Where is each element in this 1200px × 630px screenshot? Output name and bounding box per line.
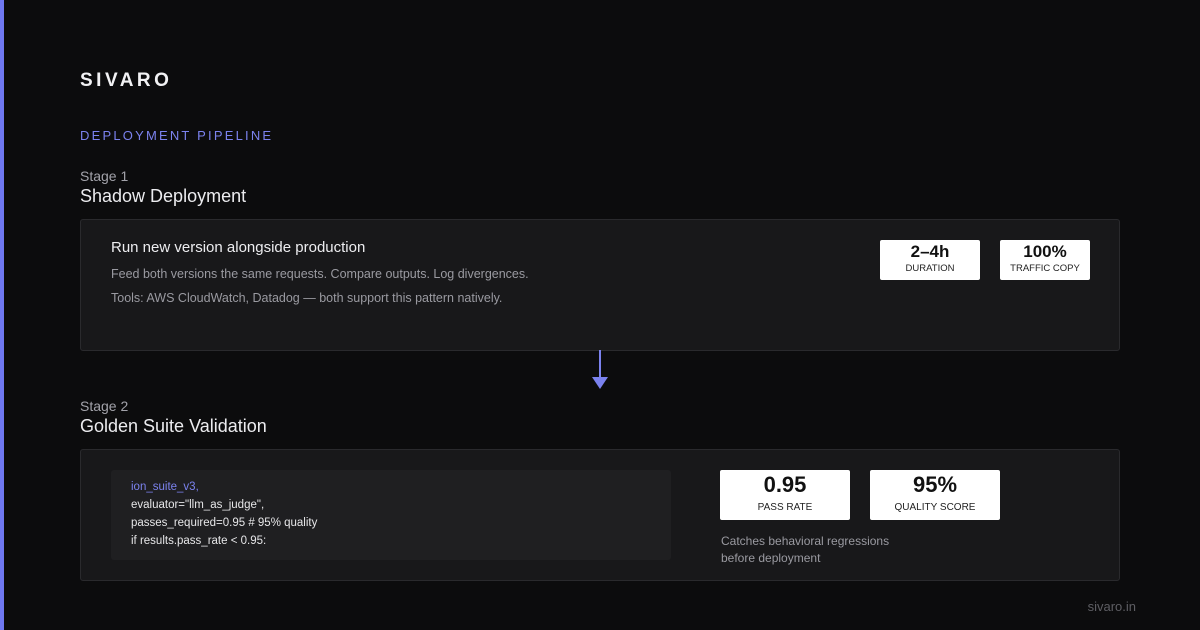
stage1-description: Feed both versions the same requests. Co… bbox=[111, 267, 529, 281]
quality-score-value: 95% bbox=[912, 472, 958, 497]
code-snippet: ion_suite_v3, evaluator="llm_as_judge", … bbox=[111, 470, 671, 560]
section-label: DEPLOYMENT PIPELINE bbox=[80, 128, 274, 143]
duration-value: 2–4h bbox=[910, 242, 950, 261]
stage1-card: Run new version alongside production Fee… bbox=[80, 219, 1120, 351]
pass-rate-label: Pass Rate bbox=[757, 502, 813, 513]
quality-score-stat: 95% Quality Score bbox=[870, 470, 1000, 520]
pass-rate-stat: 0.95 Pass Rate bbox=[720, 470, 850, 520]
stage2-title: Golden Suite Validation bbox=[80, 416, 267, 436]
footer-url: sivaro.in bbox=[1087, 599, 1136, 614]
code-line: evaluator="llm_as_judge", bbox=[131, 499, 265, 511]
left-accent-bar bbox=[0, 0, 4, 630]
stage1-number: Stage 1 bbox=[80, 168, 129, 184]
traffic-copy-value: 100% bbox=[1023, 242, 1067, 261]
pipeline-connector-line bbox=[599, 350, 601, 378]
stage2-note-line1: Catches behavioral regressions bbox=[721, 534, 890, 548]
stage1-heading: Run new version alongside production bbox=[111, 239, 366, 256]
stage2-number: Stage 2 bbox=[80, 398, 129, 414]
quality-score-label: Quality Score bbox=[894, 502, 976, 513]
code-line: ion_suite_v3, bbox=[131, 481, 199, 493]
brand-logo: SIVARO bbox=[80, 70, 173, 91]
duration-stat: 2–4h Duration bbox=[880, 240, 980, 280]
stage1-tools: Tools: AWS CloudWatch, Datadog — both su… bbox=[111, 291, 503, 305]
stage2-note-line2: before deployment bbox=[721, 551, 821, 565]
arrow-down-icon bbox=[592, 377, 608, 389]
stage1-title: Shadow Deployment bbox=[80, 186, 247, 206]
code-line: passes_required=0.95 # 95% quality bbox=[131, 517, 318, 529]
stage2-card: ion_suite_v3, evaluator="llm_as_judge", … bbox=[80, 449, 1120, 581]
pass-rate-value: 0.95 bbox=[763, 472, 807, 497]
code-line: if results.pass_rate < 0.95: bbox=[131, 535, 267, 547]
traffic-copy-label: Traffic Copy bbox=[1010, 263, 1080, 274]
duration-label: Duration bbox=[905, 263, 955, 274]
traffic-copy-stat: 100% Traffic Copy bbox=[1000, 240, 1090, 280]
